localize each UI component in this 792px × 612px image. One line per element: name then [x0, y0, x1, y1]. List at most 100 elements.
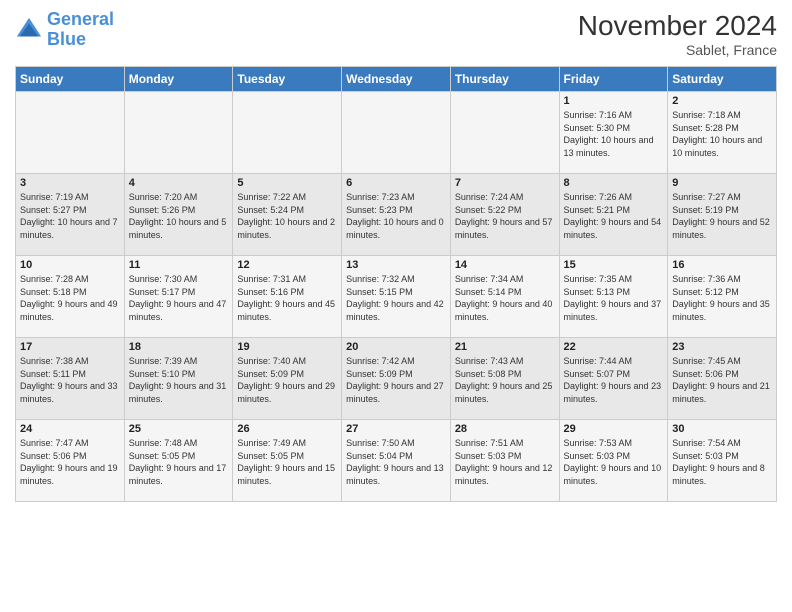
- calendar-week-3: 10 Sunrise: 7:28 AM Sunset: 5:18 PM Dayli…: [16, 256, 777, 338]
- day-info: Sunrise: 7:47 AM Sunset: 5:06 PM Dayligh…: [20, 437, 120, 487]
- day-info: Sunrise: 7:48 AM Sunset: 5:05 PM Dayligh…: [129, 437, 229, 487]
- logo: General Blue: [15, 10, 114, 50]
- day-info: Sunrise: 7:16 AM Sunset: 5:30 PM Dayligh…: [564, 109, 664, 159]
- day-number: 15: [564, 259, 664, 271]
- calendar-cell-1-6: 1 Sunrise: 7:16 AM Sunset: 5:30 PM Daylig…: [559, 92, 668, 174]
- calendar-table: Sunday Monday Tuesday Wednesday Thursday…: [15, 66, 777, 502]
- page-header: General Blue November 2024 Sablet, Franc…: [15, 10, 777, 58]
- day-info: Sunrise: 7:53 AM Sunset: 5:03 PM Dayligh…: [564, 437, 664, 487]
- day-info: Sunrise: 7:27 AM Sunset: 5:19 PM Dayligh…: [672, 191, 772, 241]
- day-info: Sunrise: 7:43 AM Sunset: 5:08 PM Dayligh…: [455, 355, 555, 405]
- calendar-cell-3-4: 13 Sunrise: 7:32 AM Sunset: 5:15 PM Dayli…: [342, 256, 451, 338]
- calendar-cell-1-5: [450, 92, 559, 174]
- calendar-cell-4-4: 20Sunrise: 7:42 AM Sunset: 5:09 PM Dayli…: [342, 338, 451, 420]
- day-number: 8: [564, 177, 664, 189]
- calendar-cell-2-3: 5 Sunrise: 7:22 AM Sunset: 5:24 PM Daylig…: [233, 174, 342, 256]
- day-info: Sunrise: 7:44 AM Sunset: 5:07 PM Dayligh…: [564, 355, 664, 405]
- calendar-cell-3-5: 14Sunrise: 7:34 AM Sunset: 5:14 PM Dayli…: [450, 256, 559, 338]
- calendar-cell-3-3: 12 Sunrise: 7:31 AM Sunset: 5:16 PM Dayli…: [233, 256, 342, 338]
- day-info: Sunrise: 7:24 AM Sunset: 5:22 PM Dayligh…: [455, 191, 555, 241]
- calendar-week-1: 1 Sunrise: 7:16 AM Sunset: 5:30 PM Daylig…: [16, 92, 777, 174]
- calendar-header-row: Sunday Monday Tuesday Wednesday Thursday…: [16, 67, 777, 92]
- calendar-cell-1-7: 2 Sunrise: 7:18 AM Sunset: 5:28 PM Daylig…: [668, 92, 777, 174]
- day-info: Sunrise: 7:49 AM Sunset: 5:05 PM Dayligh…: [237, 437, 337, 487]
- calendar-cell-3-1: 10 Sunrise: 7:28 AM Sunset: 5:18 PM Dayli…: [16, 256, 125, 338]
- calendar-cell-2-5: 7Sunrise: 7:24 AM Sunset: 5:22 PM Daylig…: [450, 174, 559, 256]
- calendar-cell-1-3: [233, 92, 342, 174]
- calendar-cell-1-4: [342, 92, 451, 174]
- day-info: Sunrise: 7:54 AM Sunset: 5:03 PM Dayligh…: [672, 437, 772, 487]
- calendar-cell-3-7: 16 Sunrise: 7:36 AM Sunset: 5:12 PM Dayli…: [668, 256, 777, 338]
- day-number: 27: [346, 423, 446, 435]
- page-container: General Blue November 2024 Sablet, Franc…: [0, 0, 792, 512]
- day-number: 26: [237, 423, 337, 435]
- day-info: Sunrise: 7:50 AM Sunset: 5:04 PM Dayligh…: [346, 437, 446, 487]
- day-number: 3: [20, 177, 120, 189]
- day-number: 17: [20, 341, 120, 353]
- day-info: Sunrise: 7:28 AM Sunset: 5:18 PM Dayligh…: [20, 273, 120, 323]
- calendar-cell-5-7: 30 Sunrise: 7:54 AM Sunset: 5:03 PM Dayli…: [668, 420, 777, 502]
- col-saturday: Saturday: [668, 67, 777, 92]
- day-number: 10: [20, 259, 120, 271]
- location: Sablet, France: [578, 42, 777, 58]
- calendar-cell-4-3: 19Sunrise: 7:40 AM Sunset: 5:09 PM Dayli…: [233, 338, 342, 420]
- day-info: Sunrise: 7:19 AM Sunset: 5:27 PM Dayligh…: [20, 191, 120, 241]
- day-info: Sunrise: 7:23 AM Sunset: 5:23 PM Dayligh…: [346, 191, 446, 241]
- day-info: Sunrise: 7:38 AM Sunset: 5:11 PM Dayligh…: [20, 355, 120, 405]
- day-number: 12: [237, 259, 337, 271]
- day-number: 21: [455, 341, 555, 353]
- calendar-week-5: 24 Sunrise: 7:47 AM Sunset: 5:06 PM Dayli…: [16, 420, 777, 502]
- title-block: November 2024 Sablet, France: [578, 10, 777, 58]
- calendar-cell-2-7: 9 Sunrise: 7:27 AM Sunset: 5:19 PM Daylig…: [668, 174, 777, 256]
- day-info: Sunrise: 7:22 AM Sunset: 5:24 PM Dayligh…: [237, 191, 337, 241]
- col-friday: Friday: [559, 67, 668, 92]
- col-monday: Monday: [124, 67, 233, 92]
- day-info: Sunrise: 7:26 AM Sunset: 5:21 PM Dayligh…: [564, 191, 664, 241]
- col-sunday: Sunday: [16, 67, 125, 92]
- day-info: Sunrise: 7:45 AM Sunset: 5:06 PM Dayligh…: [672, 355, 772, 405]
- day-info: Sunrise: 7:39 AM Sunset: 5:10 PM Dayligh…: [129, 355, 229, 405]
- day-info: Sunrise: 7:36 AM Sunset: 5:12 PM Dayligh…: [672, 273, 772, 323]
- day-number: 29: [564, 423, 664, 435]
- day-number: 5: [237, 177, 337, 189]
- col-tuesday: Tuesday: [233, 67, 342, 92]
- day-info: Sunrise: 7:18 AM Sunset: 5:28 PM Dayligh…: [672, 109, 772, 159]
- calendar-cell-5-6: 29 Sunrise: 7:53 AM Sunset: 5:03 PM Dayli…: [559, 420, 668, 502]
- calendar-cell-5-5: 28Sunrise: 7:51 AM Sunset: 5:03 PM Dayli…: [450, 420, 559, 502]
- day-number: 2: [672, 95, 772, 107]
- day-number: 16: [672, 259, 772, 271]
- day-number: 18: [129, 341, 229, 353]
- day-number: 23: [672, 341, 772, 353]
- logo-line1: General: [47, 9, 114, 29]
- calendar-cell-4-2: 18 Sunrise: 7:39 AM Sunset: 5:10 PM Dayli…: [124, 338, 233, 420]
- calendar-cell-4-1: 17 Sunrise: 7:38 AM Sunset: 5:11 PM Dayli…: [16, 338, 125, 420]
- calendar-week-2: 3 Sunrise: 7:19 AM Sunset: 5:27 PM Daylig…: [16, 174, 777, 256]
- day-info: Sunrise: 7:20 AM Sunset: 5:26 PM Dayligh…: [129, 191, 229, 241]
- day-number: 1: [564, 95, 664, 107]
- day-info: Sunrise: 7:51 AM Sunset: 5:03 PM Dayligh…: [455, 437, 555, 487]
- calendar-week-4: 17 Sunrise: 7:38 AM Sunset: 5:11 PM Dayli…: [16, 338, 777, 420]
- day-number: 30: [672, 423, 772, 435]
- calendar-cell-5-2: 25 Sunrise: 7:48 AM Sunset: 5:05 PM Dayli…: [124, 420, 233, 502]
- calendar-cell-2-4: 6 Sunrise: 7:23 AM Sunset: 5:23 PM Daylig…: [342, 174, 451, 256]
- col-wednesday: Wednesday: [342, 67, 451, 92]
- day-info: Sunrise: 7:31 AM Sunset: 5:16 PM Dayligh…: [237, 273, 337, 323]
- day-number: 20: [346, 341, 446, 353]
- day-info: Sunrise: 7:32 AM Sunset: 5:15 PM Dayligh…: [346, 273, 446, 323]
- day-number: 6: [346, 177, 446, 189]
- day-number: 24: [20, 423, 120, 435]
- day-number: 13: [346, 259, 446, 271]
- logo-text: General Blue: [47, 10, 114, 50]
- calendar-cell-5-4: 27 Sunrise: 7:50 AM Sunset: 5:04 PM Dayli…: [342, 420, 451, 502]
- calendar-cell-2-2: 4Sunrise: 7:20 AM Sunset: 5:26 PM Daylig…: [124, 174, 233, 256]
- day-number: 9: [672, 177, 772, 189]
- day-number: 11: [129, 259, 229, 271]
- calendar-cell-4-7: 23 Sunrise: 7:45 AM Sunset: 5:06 PM Dayli…: [668, 338, 777, 420]
- day-number: 25: [129, 423, 229, 435]
- day-info: Sunrise: 7:40 AM Sunset: 5:09 PM Dayligh…: [237, 355, 337, 405]
- calendar-cell-2-6: 8 Sunrise: 7:26 AM Sunset: 5:21 PM Daylig…: [559, 174, 668, 256]
- calendar-cell-2-1: 3 Sunrise: 7:19 AM Sunset: 5:27 PM Daylig…: [16, 174, 125, 256]
- day-info: Sunrise: 7:34 AM Sunset: 5:14 PM Dayligh…: [455, 273, 555, 323]
- day-info: Sunrise: 7:35 AM Sunset: 5:13 PM Dayligh…: [564, 273, 664, 323]
- day-number: 22: [564, 341, 664, 353]
